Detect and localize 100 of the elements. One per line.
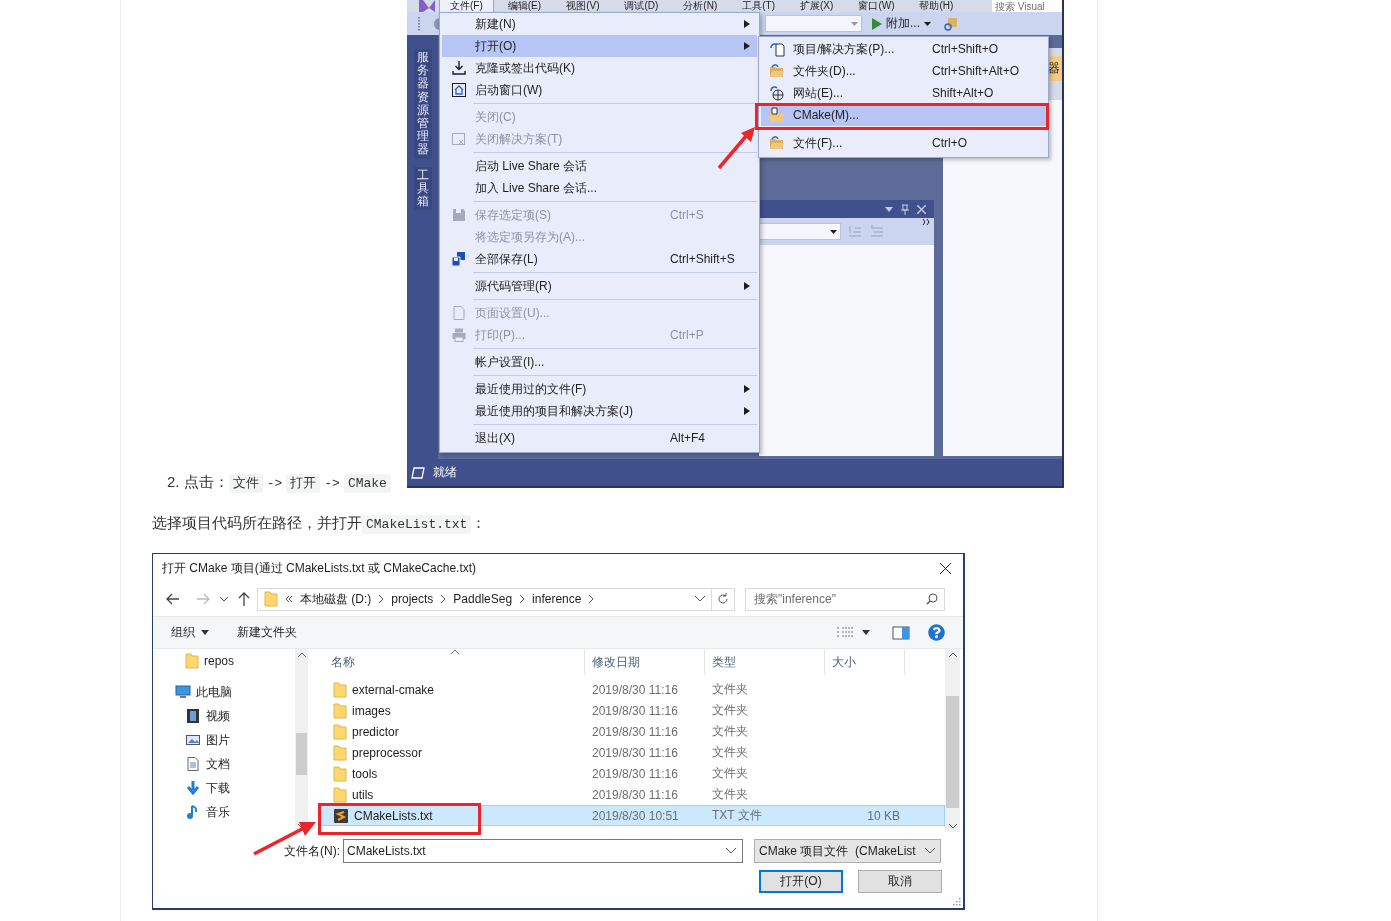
- preview-pane-icon[interactable]: [892, 625, 910, 640]
- side-tab[interactable]: 服务器资源管理器: [413, 49, 432, 159]
- scroll-thumb[interactable]: [946, 696, 959, 808]
- menu-item[interactable]: 最近使用过的文件(F): [442, 378, 757, 400]
- menu-item[interactable]: 最近使用的项目和解决方案(J): [442, 400, 757, 422]
- address-bar[interactable]: 本地磁盘 (D:) projects PaddleSeg inference: [257, 587, 712, 611]
- file-row[interactable]: tools 2019/8/30 11:16 文件夹: [318, 763, 945, 784]
- nav-item[interactable]: 此电脑: [153, 680, 295, 704]
- resize-grip-icon: [952, 897, 961, 906]
- logo-icon: [417, 0, 437, 12]
- dialog-button[interactable]: 打开(O): [759, 870, 843, 893]
- file-row[interactable]: images 2019/8/30 11:16 文件夹: [318, 700, 945, 721]
- download-icon: [185, 780, 201, 796]
- menu-item[interactable]: 网站(E)... Shift+Alt+O: [761, 82, 1046, 104]
- breadcrumb[interactable]: inference: [532, 592, 582, 606]
- menu-item[interactable]: 项目/解决方案(P)... Ctrl+Shift+O: [761, 38, 1046, 60]
- refresh-button[interactable]: [712, 587, 735, 611]
- caret-icon: [924, 21, 931, 26]
- file-row[interactable]: preprocessor 2019/8/30 11:16 文件夹: [318, 742, 945, 763]
- nav-item[interactable]: 音乐: [153, 800, 295, 824]
- nav-item[interactable]: repos: [153, 649, 295, 673]
- home-icon: [450, 82, 467, 98]
- file-row[interactable]: CMakeLists.txt 2019/8/30 10:51 TXT 文件 10 KB: [318, 805, 945, 826]
- nav-item[interactable]: 图片: [153, 728, 295, 752]
- menu-item[interactable]: 文件夹(D)... Ctrl+Shift+Alt+O: [761, 60, 1046, 82]
- menu-item[interactable]: 新建(N): [442, 13, 757, 35]
- sort-icon: [847, 223, 863, 239]
- combo-box[interactable]: [759, 223, 841, 240]
- folder-icon: [333, 723, 347, 740]
- column-header[interactable]: 修改日期: [585, 649, 705, 675]
- search-field[interactable]: 搜索"inference": [745, 587, 945, 611]
- menu-item[interactable]: 克隆或签出代码(K): [442, 57, 757, 79]
- combo-box[interactable]: [765, 15, 862, 32]
- file-row[interactable]: external-cmake 2019/8/30 11:16 文件夹: [318, 679, 945, 700]
- file-row[interactable]: predictor 2019/8/30 11:16 文件夹: [318, 721, 945, 742]
- globe-icon: [769, 85, 785, 101]
- menu-tab[interactable]: 视图(V): [555, 0, 611, 12]
- menu-tab[interactable]: 编辑(E): [496, 0, 553, 12]
- table-cell-text: 文件夹: [711, 744, 749, 761]
- menu-item[interactable]: 帐户设置(I)...: [442, 351, 757, 373]
- caret-icon: [201, 630, 209, 635]
- new-folder-button[interactable]: 新建文件夹: [237, 624, 297, 641]
- shortcut-label: Ctrl+O: [932, 136, 967, 150]
- attach-button[interactable]: 附加...: [872, 15, 931, 32]
- scrollbar[interactable]: [945, 649, 960, 832]
- grip-icon: [417, 16, 421, 31]
- scroll-thumb[interactable]: [296, 733, 307, 775]
- column-header[interactable]: 类型: [705, 649, 825, 675]
- view-icon[interactable]: [836, 625, 854, 640]
- column-header[interactable]: 名称: [318, 649, 585, 675]
- folder-icon: [333, 765, 347, 782]
- shortcut-label: Ctrl+S: [670, 208, 704, 222]
- folder-icon: [333, 702, 347, 719]
- menu-tab[interactable]: 文件(F): [439, 0, 494, 12]
- caret-icon: [862, 630, 870, 635]
- file-row[interactable]: utils 2019/8/30 11:16 文件夹: [318, 784, 945, 805]
- help-icon[interactable]: [928, 624, 945, 641]
- nav-item[interactable]: 下载: [153, 776, 295, 800]
- menu-item[interactable]: 启动窗口(W): [442, 79, 757, 101]
- menu-item[interactable]: 打开(O): [442, 35, 757, 57]
- breadcrumb[interactable]: PaddleSeg: [453, 592, 513, 606]
- menu-tab[interactable]: 帮助(H): [908, 0, 965, 12]
- nav-item[interactable]: 视频: [153, 704, 295, 728]
- refresh-icon: [717, 593, 729, 605]
- menu-item[interactable]: 退出(X) Alt+F4: [442, 427, 757, 449]
- menu-item[interactable]: 源代码管理(R): [442, 275, 757, 297]
- column-header[interactable]: 大小: [825, 649, 905, 675]
- file-name-field[interactable]: CMakeLists.txt: [343, 839, 743, 863]
- nav-item[interactable]: 文档: [153, 752, 295, 776]
- menu-item[interactable]: CMake(M)...: [761, 104, 1046, 126]
- menu-item[interactable]: 文件(F)... Ctrl+O: [761, 132, 1046, 154]
- folder-icon: [333, 786, 347, 803]
- file-name: utils: [352, 787, 374, 802]
- dialog-button[interactable]: 取消: [858, 870, 942, 893]
- document-icon: [185, 756, 201, 772]
- step-text: 2. 点击： 文件 -> 打开 -> CMake: [167, 470, 401, 496]
- scroll-up-icon: [948, 652, 957, 657]
- search-field[interactable]: 搜索 Visual: [992, 0, 1062, 12]
- file-name: CMakeLists.txt: [354, 808, 433, 823]
- breadcrumb[interactable]: projects: [391, 592, 434, 606]
- side-tab[interactable]: 工具箱: [413, 166, 432, 211]
- menu-tab[interactable]: 分析(N): [672, 0, 729, 12]
- file-type-select[interactable]: CMake 项目文件 (CMakeList: [754, 839, 941, 863]
- menu-item[interactable]: 全部保存(L) Ctrl+Shift+S: [442, 248, 757, 270]
- menu-tab[interactable]: 扩展(X): [789, 0, 845, 12]
- scrollbar[interactable]: [295, 649, 308, 832]
- shortcut-label: Ctrl+Shift+O: [932, 42, 999, 56]
- menu-tab[interactable]: 工具(T): [731, 0, 787, 12]
- pointer-arrow: [717, 127, 755, 170]
- menu-tab[interactable]: 窗口(W): [847, 0, 906, 12]
- organize-button[interactable]: 组织: [171, 624, 209, 641]
- save-all-icon: [450, 251, 467, 267]
- back-icon[interactable]: [165, 591, 181, 607]
- menu-tab[interactable]: 调试(D): [613, 0, 670, 12]
- submenu-arrow-icon: [744, 282, 750, 290]
- breadcrumb[interactable]: 本地磁盘 (D:): [300, 590, 372, 608]
- menu-item[interactable]: 加入 Live Share 会话...: [442, 177, 757, 199]
- menu-item[interactable]: 启动 Live Share 会话: [442, 155, 757, 177]
- close-icon[interactable]: [940, 562, 951, 574]
- instruction-text: 选择项目代码所在路径，并打开 CMakeList.txt ：: [152, 513, 488, 536]
